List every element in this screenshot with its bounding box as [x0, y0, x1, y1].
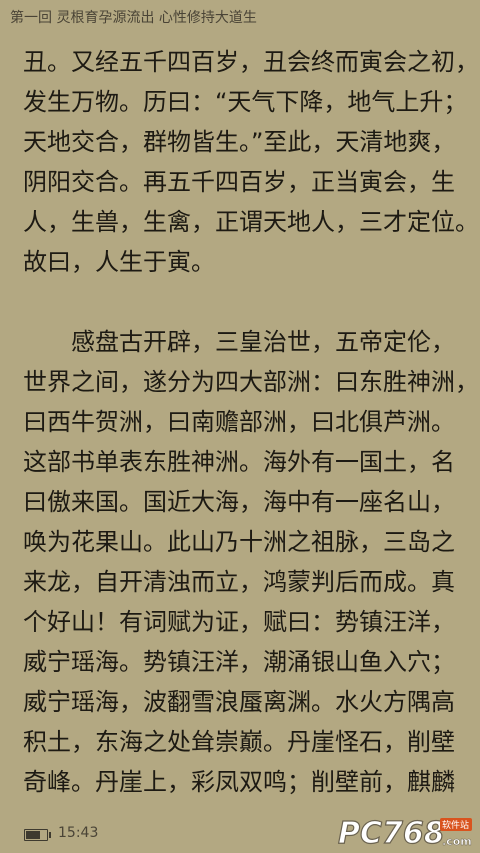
text-line: 这部书单表东胜神洲。海外有一国土，名	[23, 448, 455, 476]
text-line: 来龙，自开清浊而立，鸿蒙判后而成。真	[23, 568, 455, 596]
reader-footer: 15:43 PC768 软件站 .com	[0, 815, 480, 853]
text-line: 曰傲来国。国近大海，海中有一座名山，	[23, 488, 455, 516]
text-line: 奇峰。丹崖上，彩凤双鸣；削壁前，麒麟	[23, 768, 455, 796]
text-line: 故曰，人生于寅。	[23, 248, 215, 276]
paragraph: 感盘古开辟，三皇治世，五帝定伦， 世界之间，遂分为四大部洲：曰东胜神洲， 曰西牛…	[23, 322, 479, 802]
text-line: 威宁瑶海。势镇汪洋，潮涌银山鱼入穴；	[23, 648, 455, 676]
text-line: 积土，东海之处耸崇巅。丹崖怪石，削壁	[23, 728, 455, 756]
reader-content[interactable]: 丑。又经五千四百岁，丑会终而寅会之初， 发生万物。历曰：“天气下降，地气上升； …	[23, 42, 479, 802]
chapter-title: 第一回 灵根育孕源流出 心性修持大道生	[10, 10, 257, 26]
watermark-badge: 软件站	[442, 819, 469, 831]
text-line: 唤为花果山。此山乃十洲之祖脉，三岛之	[23, 528, 455, 556]
paragraph: 丑。又经五千四百岁，丑会终而寅会之初， 发生万物。历曰：“天气下降，地气上升； …	[23, 42, 479, 282]
text-line: 威宁瑶海，波翻雪浪蜃离渊。水火方隅高	[23, 688, 455, 716]
clock-time: 15:43	[58, 825, 99, 841]
pc768-watermark-logo: PC768 软件站 .com	[337, 815, 472, 849]
text-line: 阴阳交合。再五千四百岁，正当寅会，生	[23, 168, 455, 196]
text-line: 个好山！有词赋为证，赋曰：势镇汪洋，	[23, 608, 455, 636]
text-line: 天地交合，群物皆生。”至此，天清地爽，	[23, 128, 456, 156]
text-line: 感盘古开辟，三皇治世，五帝定伦，	[23, 328, 455, 356]
text-line: 丑。又经五千四百岁，丑会终而寅会之初，	[23, 48, 479, 76]
text-line: 曰西牛贺洲，曰南赡部洲，曰北俱芦洲。	[23, 408, 455, 436]
text-line: 世界之间，遂分为四大部洲：曰东胜神洲，	[23, 368, 479, 396]
text-line: 人，生兽，生禽，正谓天地人，三才定位。	[23, 208, 479, 236]
battery-icon	[24, 829, 51, 841]
text-line: 发生万物。历曰：“天气下降，地气上升；	[23, 88, 468, 116]
watermark-text: PC768	[338, 816, 445, 849]
watermark-sub: .com	[442, 835, 472, 848]
